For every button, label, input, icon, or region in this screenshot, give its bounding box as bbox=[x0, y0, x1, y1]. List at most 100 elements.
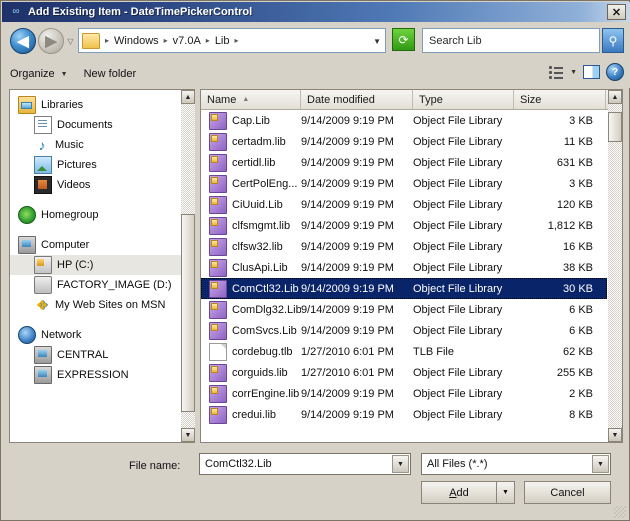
cell-type: Object File Library bbox=[413, 135, 503, 148]
folder-icon bbox=[82, 32, 100, 49]
sort-ascending-icon: ▲ bbox=[242, 96, 250, 103]
sidebar-item-music[interactable]: ♪ Music bbox=[10, 135, 182, 155]
msn-icon: ❖ bbox=[35, 297, 49, 313]
sidebar-item-central[interactable]: CENTRAL bbox=[10, 345, 182, 365]
recent-locations-button[interactable]: ▽ bbox=[66, 37, 75, 46]
cell-type: Object File Library bbox=[413, 198, 503, 211]
resize-grip[interactable] bbox=[614, 506, 626, 518]
address-dropdown-icon[interactable]: ▼ bbox=[373, 37, 381, 46]
cell-date-modified: 1/27/2010 6:01 PM bbox=[301, 366, 394, 379]
table-row[interactable]: ComCtl32.Lib 9/14/2009 9:19 PM Object File… bbox=[201, 278, 607, 299]
breadcrumb-windows[interactable]: Windows bbox=[112, 35, 161, 47]
filelist-scrollbar[interactable]: ▲ ▼ bbox=[608, 90, 622, 442]
filetype-select[interactable]: All Files (*.*) ▼ bbox=[421, 453, 611, 475]
sidebar-item-factory-image-d[interactable]: FACTORY_IMAGE (D:) bbox=[10, 275, 182, 295]
table-row[interactable]: Cap.Lib 9/14/2009 9:19 PM Object File Libr… bbox=[201, 110, 607, 131]
sidebar-item-homegroup[interactable]: Homegroup bbox=[10, 205, 182, 225]
sidebar-item-expression[interactable]: EXPRESSION bbox=[10, 365, 182, 385]
forward-button[interactable]: ▶ bbox=[38, 28, 64, 54]
address-bar[interactable]: ▸ Windows ▸ v7.0A ▸ Lib ▸ ▼ bbox=[78, 28, 386, 53]
table-row[interactable]: clfsmgmt.lib 9/14/2009 9:19 PM Object File… bbox=[201, 215, 607, 236]
folder-tree: Libraries Documents ♪ Music Pictures Videos Ho… bbox=[10, 90, 182, 385]
sidebar-item-my-web-sites-on-msn[interactable]: ❖ My Web Sites on MSN bbox=[10, 295, 182, 315]
filename-input[interactable]: ComCtl32.Lib ▼ bbox=[199, 453, 411, 475]
column-header-date-modified[interactable]: Date modified bbox=[301, 90, 413, 109]
view-chevron-down-icon[interactable]: ▼ bbox=[570, 69, 577, 76]
table-row[interactable]: credui.lib 9/14/2009 9:19 PM Object File L… bbox=[201, 404, 607, 425]
scroll-down-icon[interactable]: ▼ bbox=[608, 428, 622, 442]
filetype-dropdown-icon[interactable]: ▼ bbox=[592, 455, 609, 473]
cell-size: 62 KB bbox=[563, 345, 593, 358]
table-row[interactable]: clfsw32.lib 9/14/2009 9:19 PM Object File … bbox=[201, 236, 607, 257]
breadcrumb-sep-0[interactable]: ▸ bbox=[102, 36, 112, 45]
refresh-icon: ⟳ bbox=[398, 32, 409, 47]
cell-date-modified: 1/27/2010 6:01 PM bbox=[301, 345, 394, 358]
filelist-scroll-thumb[interactable] bbox=[608, 112, 622, 142]
filename-value: ComCtl32.Lib bbox=[205, 458, 272, 470]
breadcrumb-lib[interactable]: Lib bbox=[213, 35, 232, 47]
video-icon bbox=[34, 176, 52, 194]
help-icon[interactable]: ? bbox=[606, 63, 624, 81]
breadcrumb-sep-3[interactable]: ▸ bbox=[232, 36, 242, 45]
cell-name: clfsw32.lib bbox=[201, 237, 301, 256]
sidebar-item-hp-c[interactable]: HP (C:) bbox=[10, 255, 182, 275]
table-row[interactable]: ClusApi.Lib 9/14/2009 9:19 PM Object File … bbox=[201, 257, 607, 278]
table-row[interactable]: CiUuid.Lib 9/14/2009 9:19 PM Object File L… bbox=[201, 194, 607, 215]
file-name-label: cordebug.tlb bbox=[232, 345, 293, 358]
sidebar-item-label: Libraries bbox=[41, 99, 84, 111]
back-button[interactable]: ◀ bbox=[10, 28, 36, 54]
column-header-type[interactable]: Type bbox=[413, 90, 514, 109]
sidebar-item-documents[interactable]: Documents bbox=[10, 115, 182, 135]
table-row[interactable]: CertPolEng... 9/14/2009 9:19 PM Object Fil… bbox=[201, 173, 607, 194]
close-button[interactable]: ✕ bbox=[607, 4, 626, 20]
picture-icon bbox=[34, 156, 52, 174]
search-input[interactable]: Search Lib bbox=[422, 28, 600, 53]
navpane-scrollbar[interactable]: ▲ ▼ bbox=[181, 90, 195, 442]
cell-name: cordebug.tlb bbox=[201, 342, 301, 361]
file-list-pane: Name ▲ Date modified Type Size Cap.Lib 9/14/2… bbox=[200, 89, 623, 443]
scroll-down-icon[interactable]: ▼ bbox=[181, 428, 195, 442]
sidebar-item-videos[interactable]: Videos bbox=[10, 175, 182, 195]
add-button[interactable]: Add bbox=[421, 481, 496, 504]
organize-button[interactable]: Organize ▼ bbox=[2, 65, 76, 83]
table-row[interactable]: certadm.lib 9/14/2009 9:19 PM Object File … bbox=[201, 131, 607, 152]
object-library-icon bbox=[209, 279, 227, 298]
cell-date-modified: 9/14/2009 9:19 PM bbox=[301, 114, 394, 127]
column-header-size[interactable]: Size bbox=[514, 90, 606, 109]
sidebar-item-computer[interactable]: Computer bbox=[10, 235, 182, 255]
sidebar-item-pictures[interactable]: Pictures bbox=[10, 155, 182, 175]
column-header-name[interactable]: Name ▲ bbox=[201, 90, 301, 109]
cell-size: 120 KB bbox=[556, 198, 593, 211]
table-row[interactable]: certidl.lib 9/14/2009 9:19 PM Object File … bbox=[201, 152, 607, 173]
cancel-button[interactable]: Cancel bbox=[524, 481, 611, 504]
table-row[interactable]: corguids.lib 1/27/2010 6:01 PM Object File… bbox=[201, 362, 607, 383]
sidebar-item-label: FACTORY_IMAGE (D:) bbox=[57, 279, 172, 291]
navpane-scroll-thumb[interactable] bbox=[181, 214, 195, 412]
view-list-icon[interactable] bbox=[549, 65, 564, 79]
library-icon bbox=[18, 96, 36, 114]
sidebar-item-libraries[interactable]: Libraries bbox=[10, 95, 182, 115]
sidebar-item-network[interactable]: Network bbox=[10, 325, 182, 345]
cell-type: Object File Library bbox=[413, 177, 503, 190]
table-row[interactable]: ComDlg32.Lib 9/14/2009 9:19 PM Object File… bbox=[201, 299, 607, 320]
add-split-dropdown-button[interactable]: ▼ bbox=[496, 481, 515, 504]
scroll-up-icon[interactable]: ▲ bbox=[608, 90, 622, 104]
breadcrumb-v70a[interactable]: v7.0A bbox=[171, 35, 203, 47]
table-row[interactable]: ComSvcs.Lib 9/14/2009 9:19 PM Object File … bbox=[201, 320, 607, 341]
refresh-button[interactable]: ⟳ bbox=[392, 28, 415, 51]
search-icon: ⚲ bbox=[608, 33, 618, 48]
table-row[interactable]: corrEngine.lib 9/14/2009 9:19 PM Object Fi… bbox=[201, 383, 607, 404]
breadcrumb-sep-1[interactable]: ▸ bbox=[161, 36, 171, 45]
table-row[interactable]: cordebug.tlb 1/27/2010 6:01 PM TLB File 62 … bbox=[201, 341, 607, 362]
filename-dropdown-icon[interactable]: ▼ bbox=[392, 455, 409, 473]
filename-label: File name: bbox=[129, 460, 181, 472]
preview-pane-icon[interactable] bbox=[583, 65, 600, 79]
search-button[interactable]: ⚲ bbox=[602, 28, 624, 53]
breadcrumb-sep-2[interactable]: ▸ bbox=[203, 36, 213, 45]
new-folder-button[interactable]: New folder bbox=[76, 65, 145, 83]
scroll-up-icon[interactable]: ▲ bbox=[181, 90, 195, 104]
cell-size: 8 KB bbox=[569, 408, 593, 421]
cell-name: ComDlg32.Lib bbox=[201, 300, 301, 319]
sidebar-item-label: CENTRAL bbox=[57, 349, 109, 361]
cell-name: credui.lib bbox=[201, 405, 301, 424]
